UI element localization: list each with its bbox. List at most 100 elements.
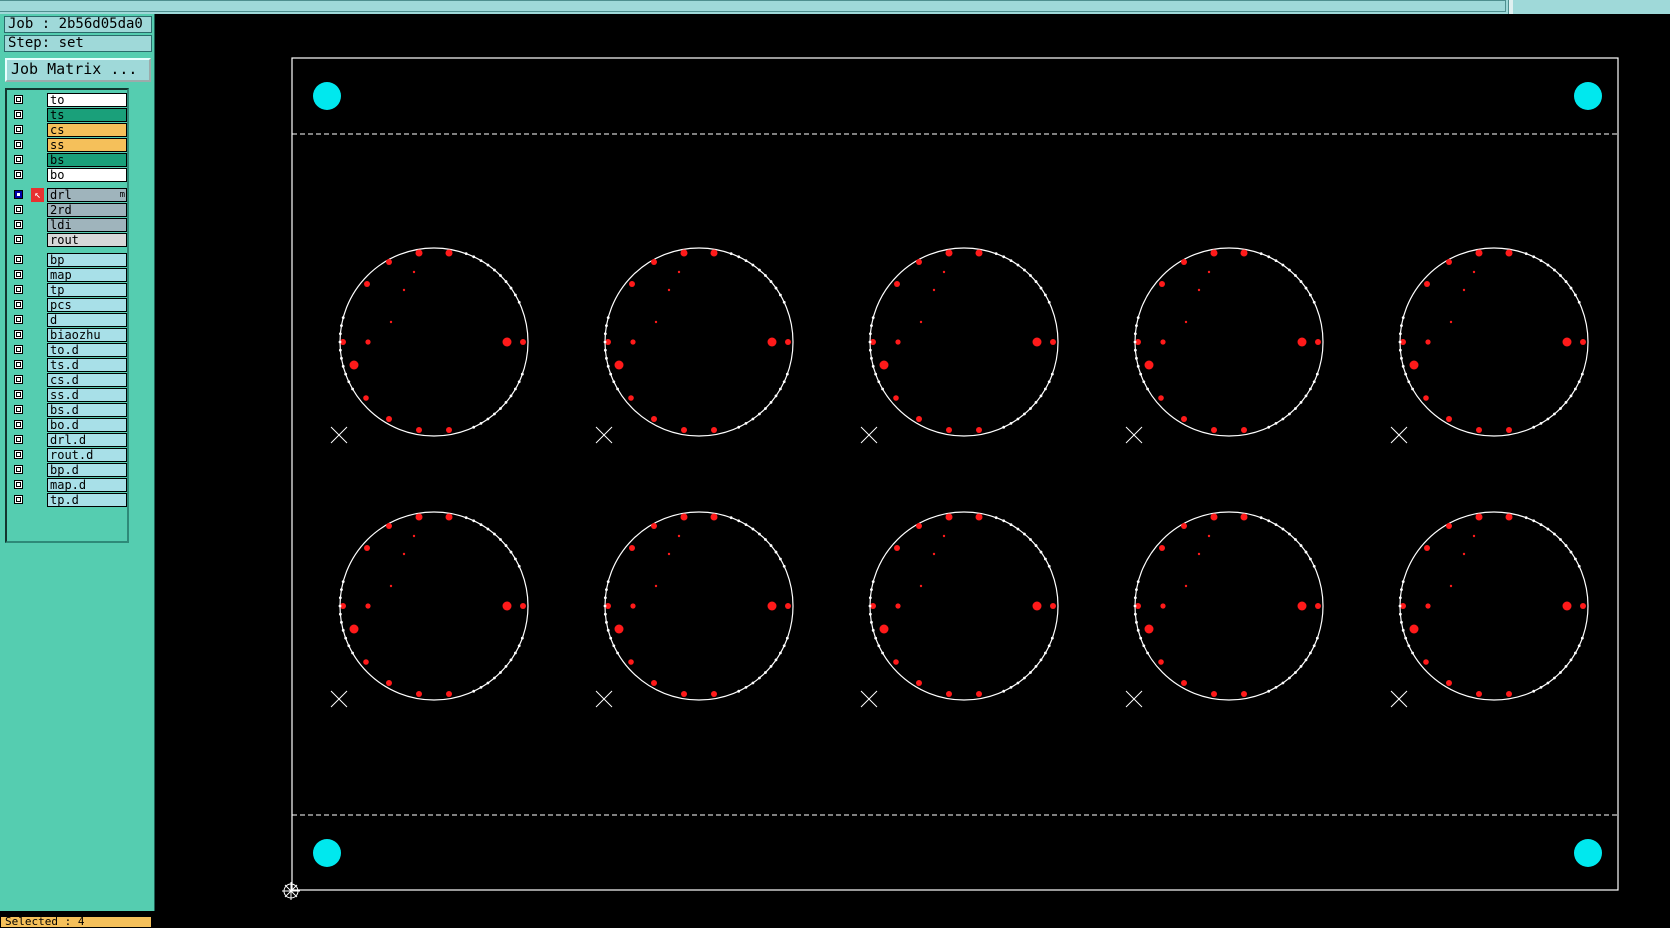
- red-pad: [680, 513, 688, 521]
- layer-checkbox[interactable]: [14, 390, 23, 399]
- layer-row-cs[interactable]: cs: [9, 123, 127, 138]
- layer-name[interactable]: cs: [47, 123, 127, 137]
- layer-checkbox[interactable]: [14, 345, 23, 354]
- layer-name[interactable]: to: [47, 93, 127, 107]
- layer-name[interactable]: bp.d: [47, 463, 127, 477]
- layer-row-rout-d[interactable]: rout.d: [9, 448, 127, 463]
- layer-row-tp-d[interactable]: tp.d: [9, 493, 127, 508]
- layer-checkbox[interactable]: [14, 405, 23, 414]
- layer-row-tp[interactable]: tp: [9, 283, 127, 298]
- layer-row-bs[interactable]: bs: [9, 153, 127, 168]
- layer-checkbox[interactable]: [14, 480, 23, 489]
- layer-row-ldi[interactable]: ldi: [9, 218, 127, 233]
- layer-checkbox[interactable]: [14, 360, 23, 369]
- layer-checkbox[interactable]: [14, 270, 23, 279]
- layer-name[interactable]: drl m: [47, 188, 127, 202]
- layer-name[interactable]: biaozhu: [47, 328, 127, 342]
- layer-name[interactable]: pcs: [47, 298, 127, 312]
- layer-checkbox[interactable]: [14, 300, 23, 309]
- layer-row-bo[interactable]: bo: [9, 168, 127, 183]
- graphic-canvas[interactable]: [155, 14, 1670, 911]
- edge-dot: [1133, 604, 1137, 608]
- layer-checkbox[interactable]: [14, 450, 23, 459]
- edge-dot: [616, 651, 619, 655]
- edge-dot: [514, 387, 517, 391]
- layer-row-rout[interactable]: rout: [9, 233, 127, 248]
- edge-dot: [758, 268, 761, 272]
- edge-dot: [520, 636, 524, 640]
- layer-checkbox[interactable]: [14, 170, 23, 179]
- layer-checkbox[interactable]: [14, 95, 23, 104]
- layer-checkbox[interactable]: [14, 155, 23, 164]
- layer-row-to[interactable]: to: [9, 93, 127, 108]
- edge-dot: [1299, 544, 1303, 547]
- board-view[interactable]: [155, 14, 1670, 911]
- edge-dot: [737, 425, 741, 429]
- layer-name[interactable]: tp: [47, 283, 127, 297]
- edge-dot: [1146, 651, 1149, 655]
- layer-row-bs-d[interactable]: bs.d: [9, 403, 127, 418]
- layer-name[interactable]: bp: [47, 253, 127, 267]
- layer-name[interactable]: drl.d: [47, 433, 127, 447]
- layer-row-ts[interactable]: ts: [9, 108, 127, 123]
- layer-name[interactable]: bo.d: [47, 418, 127, 432]
- layer-row-2rd[interactable]: 2rd: [9, 203, 127, 218]
- job-matrix-button[interactable]: Job Matrix ...: [5, 58, 151, 82]
- layer-name[interactable]: to.d: [47, 343, 127, 357]
- red-pad: [1423, 395, 1429, 401]
- layer-name[interactable]: bs: [47, 153, 127, 167]
- layer-checkbox[interactable]: [14, 205, 23, 214]
- layer-checkbox[interactable]: [14, 315, 23, 324]
- layer-name[interactable]: map: [47, 268, 127, 282]
- layer-checkbox[interactable]: [14, 140, 23, 149]
- layer-checkbox[interactable]: [14, 255, 23, 264]
- layer-row-drl-d[interactable]: drl.d: [9, 433, 127, 448]
- red-pad: [893, 659, 899, 665]
- layer-name[interactable]: ts.d: [47, 358, 127, 372]
- layer-checkbox[interactable]: [14, 220, 23, 229]
- layer-name[interactable]: rout.d: [47, 448, 127, 462]
- layer-name[interactable]: ss: [47, 138, 127, 152]
- layer-name[interactable]: cs.d: [47, 373, 127, 387]
- red-pad: [1240, 249, 1248, 257]
- edge-dot: [1034, 401, 1038, 404]
- layer-name[interactable]: map.d: [47, 478, 127, 492]
- layer-name[interactable]: rout: [47, 233, 127, 247]
- layer-checkbox[interactable]: [14, 285, 23, 294]
- layer-checkbox[interactable]: [14, 435, 23, 444]
- layer-name[interactable]: bs.d: [47, 403, 127, 417]
- layer-name[interactable]: ldi: [47, 218, 127, 232]
- layer-row-map-d[interactable]: map.d: [9, 478, 127, 493]
- layer-checkbox[interactable]: [14, 190, 23, 199]
- layer-row-d[interactable]: d: [9, 313, 127, 328]
- layer-row-map[interactable]: map: [9, 268, 127, 283]
- layer-row-cs-d[interactable]: cs.d: [9, 373, 127, 388]
- layer-row-ss[interactable]: ss: [9, 138, 127, 153]
- layer-row-bp[interactable]: bp: [9, 253, 127, 268]
- layer-name[interactable]: 2rd: [47, 203, 127, 217]
- layer-name[interactable]: ss.d: [47, 388, 127, 402]
- layer-row-bp-d[interactable]: bp.d: [9, 463, 127, 478]
- layer-row-biaozhu[interactable]: biaozhu: [9, 328, 127, 343]
- layer-row-ts-d[interactable]: ts.d: [9, 358, 127, 373]
- layer-checkbox[interactable]: [14, 420, 23, 429]
- layer-name[interactable]: bo: [47, 168, 127, 182]
- layer-checkbox[interactable]: [14, 375, 23, 384]
- layer-name[interactable]: ts: [47, 108, 127, 122]
- layer-checkbox[interactable]: [14, 110, 23, 119]
- layer-row-pcs[interactable]: pcs: [9, 298, 127, 313]
- layer-name[interactable]: d: [47, 313, 127, 327]
- layer-checkbox[interactable]: [14, 235, 23, 244]
- layer-checkbox[interactable]: [14, 495, 23, 504]
- layer-name[interactable]: tp.d: [47, 493, 127, 507]
- edge-dot: [1532, 255, 1536, 259]
- layer-checkbox[interactable]: [14, 125, 23, 134]
- edge-dot: [868, 340, 872, 344]
- edge-dot: [493, 412, 496, 416]
- layer-checkbox[interactable]: [14, 330, 23, 339]
- layer-row-ss-d[interactable]: ss.d: [9, 388, 127, 403]
- layer-row-drl[interactable]: ↖ drl m: [9, 188, 127, 203]
- layer-row-to-d[interactable]: to.d: [9, 343, 127, 358]
- layer-row-bo-d[interactable]: bo.d: [9, 418, 127, 433]
- layer-checkbox[interactable]: [14, 465, 23, 474]
